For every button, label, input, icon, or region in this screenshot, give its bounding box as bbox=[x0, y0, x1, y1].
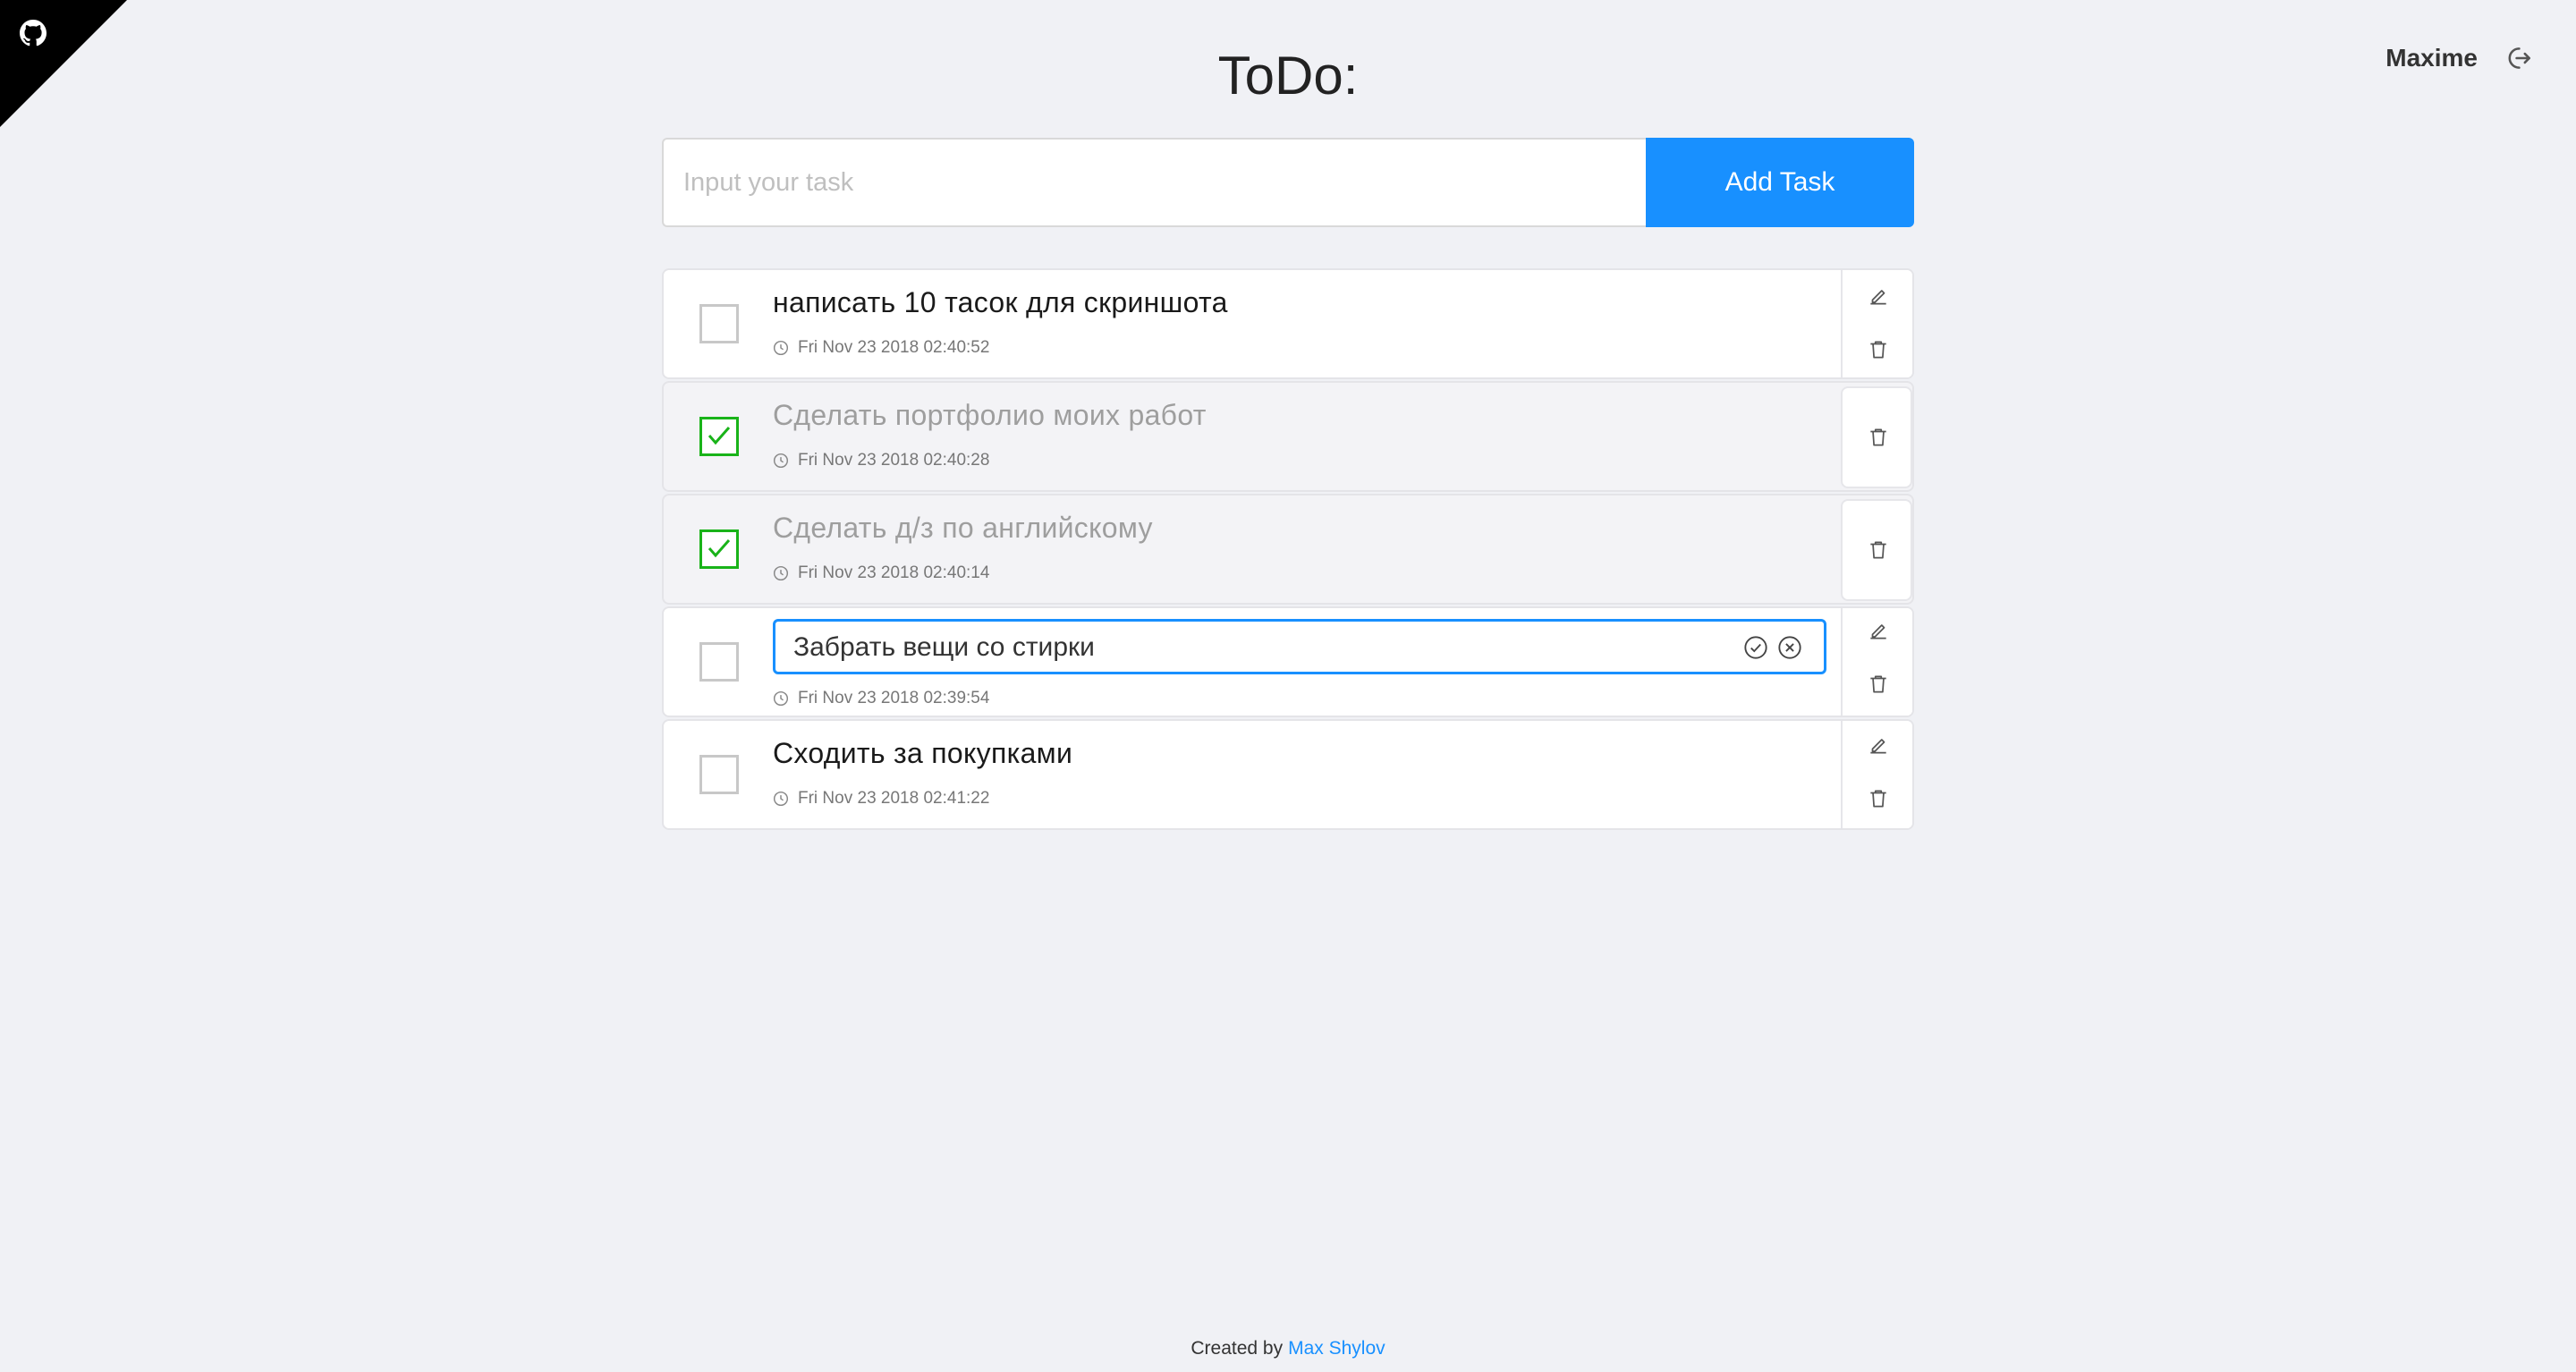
trash-icon[interactable] bbox=[1867, 426, 1890, 449]
task-checkbox[interactable] bbox=[699, 304, 739, 343]
task-date: Fri Nov 23 2018 02:40:28 bbox=[773, 451, 989, 470]
trash-icon[interactable] bbox=[1867, 538, 1890, 562]
task-item: Fri Nov 23 2018 02:39:54 bbox=[662, 606, 1914, 717]
task-date-text: Fri Nov 23 2018 02:40:14 bbox=[798, 563, 990, 582]
task-date: Fri Nov 23 2018 02:41:22 bbox=[773, 789, 989, 809]
add-task-form: Add Task bbox=[662, 138, 1914, 227]
task-date-text: Fri Nov 23 2018 02:39:54 bbox=[798, 689, 990, 707]
task-text: Сходить за покупками bbox=[773, 737, 1073, 769]
checkbox-check-icon bbox=[708, 539, 731, 558]
clock-icon bbox=[773, 690, 789, 707]
task-date: Fri Nov 23 2018 02:39:54 bbox=[773, 689, 989, 708]
task-input[interactable] bbox=[662, 138, 1646, 227]
task-date-text: Fri Nov 23 2018 02:40:28 bbox=[798, 451, 990, 470]
task-item: Сделать портфолио моих работ Fri Nov 23 … bbox=[662, 381, 1914, 492]
task-checkbox[interactable] bbox=[699, 529, 739, 569]
edit-pencil-icon[interactable] bbox=[1867, 284, 1890, 308]
page-title: ToDo: bbox=[1217, 46, 1359, 106]
task-edit-field bbox=[773, 619, 1826, 674]
task-text: написать 10 тасок для скриншота bbox=[773, 286, 1228, 318]
edit-pencil-icon[interactable] bbox=[1867, 733, 1890, 757]
clock-icon bbox=[773, 565, 789, 581]
task-date-text: Fri Nov 23 2018 02:40:52 bbox=[798, 338, 990, 357]
add-task-button[interactable]: Add Task bbox=[1646, 138, 1914, 227]
clock-icon bbox=[773, 791, 789, 807]
trash-icon[interactable] bbox=[1867, 787, 1890, 810]
footer-prefix: Created by bbox=[1191, 1338, 1284, 1359]
task-item: Сходить за покупками Fri Nov 23 2018 02:… bbox=[662, 719, 1914, 830]
task-checkbox[interactable] bbox=[699, 642, 739, 682]
task-actions bbox=[1841, 499, 1912, 601]
task-list: написать 10 тасок для скриншота Fri Nov … bbox=[662, 268, 1914, 832]
edit-pencil-icon[interactable] bbox=[1867, 619, 1890, 642]
confirm-check-circle-icon[interactable] bbox=[1743, 635, 1768, 660]
clock-icon bbox=[773, 453, 789, 469]
trash-icon[interactable] bbox=[1867, 338, 1890, 361]
task-edit-input[interactable] bbox=[793, 631, 1724, 665]
todo-app: Maxime ToDo: Add Task написать 10 тасок … bbox=[0, 0, 2576, 1372]
trash-icon[interactable] bbox=[1867, 673, 1890, 696]
task-text: Сделать портфолио моих работ bbox=[773, 399, 1207, 431]
task-checkbox[interactable] bbox=[699, 417, 739, 456]
github-icon bbox=[20, 20, 47, 47]
task-checkbox[interactable] bbox=[699, 755, 739, 794]
task-date-text: Fri Nov 23 2018 02:41:22 bbox=[798, 789, 990, 808]
task-item: написать 10 тасок для скриншота Fri Nov … bbox=[662, 268, 1914, 379]
task-date: Fri Nov 23 2018 02:40:14 bbox=[773, 563, 989, 583]
task-text: Сделать д/з по английскому bbox=[773, 512, 1153, 544]
checkbox-check-icon bbox=[708, 427, 731, 445]
task-actions bbox=[1841, 608, 1912, 716]
task-actions bbox=[1841, 270, 1912, 377]
footer: Created by Max Shylov bbox=[0, 1338, 2576, 1359]
clock-icon bbox=[773, 340, 789, 356]
cancel-x-circle-icon[interactable] bbox=[1777, 635, 1802, 660]
author-link[interactable]: Max Shylov bbox=[1288, 1338, 1385, 1359]
task-actions bbox=[1841, 386, 1912, 488]
task-date: Fri Nov 23 2018 02:40:52 bbox=[773, 338, 989, 358]
task-actions bbox=[1841, 721, 1912, 828]
task-item: Сделать д/з по английскому Fri Nov 23 20… bbox=[662, 494, 1914, 605]
